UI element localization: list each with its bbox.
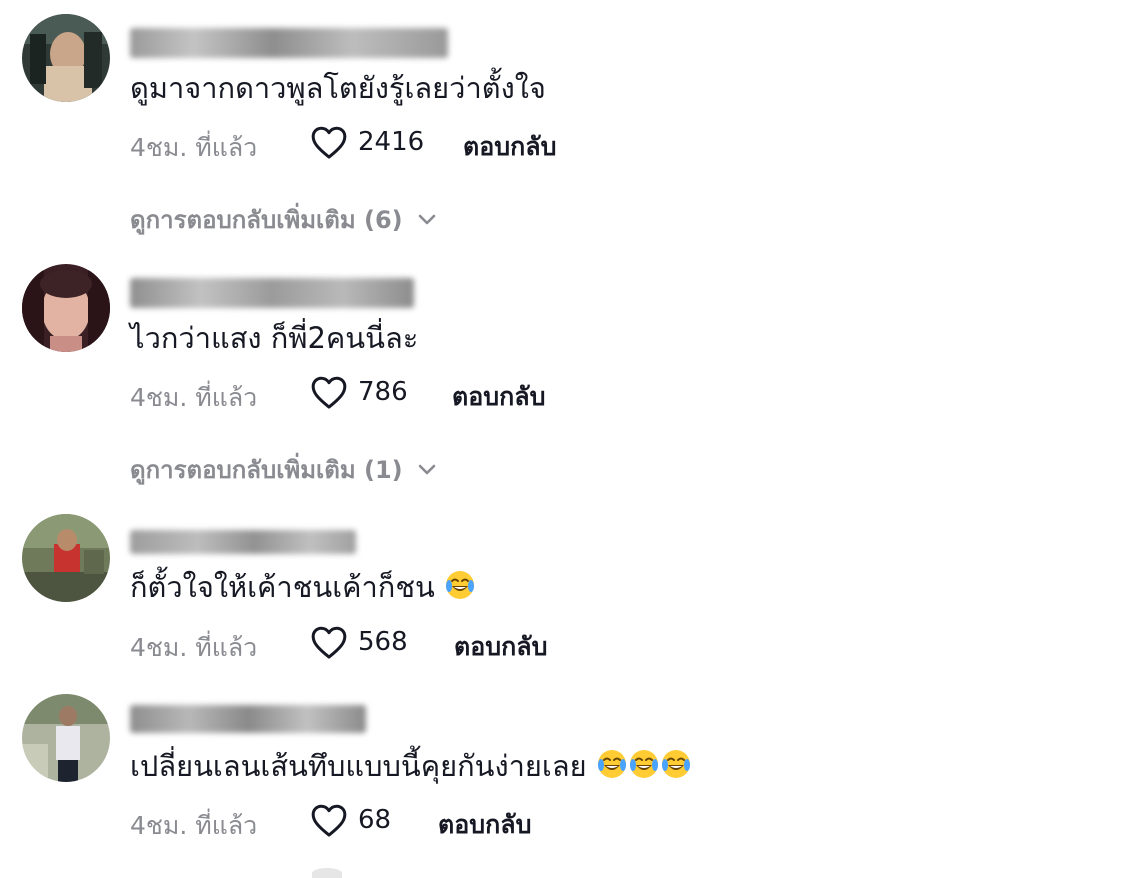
reply-button[interactable]: ตอบกลับ	[452, 377, 545, 417]
avatar[interactable]	[22, 694, 110, 782]
like-button[interactable]: 786	[310, 374, 408, 410]
like-count: 568	[358, 627, 408, 657]
reply-button[interactable]: ตอบกลับ	[463, 127, 556, 167]
view-more-replies-button[interactable]: ดูการตอบกลับเพิ่มเติม (6)	[130, 200, 437, 239]
comment-text: เปลี่ยนเลนเส้นทึบแบบนี้คุยกันง่ายเลย	[130, 748, 692, 784]
comment-text: ไวกว่าแสง ก็พี่2คนนี่ละ	[130, 321, 419, 355]
heart-outline-icon	[310, 624, 348, 660]
like-count: 68	[358, 805, 392, 835]
comment-meta: 4ชม. ที่แล้ว 68 ตอบกลับ	[130, 802, 830, 842]
comment-time: 4ชม. ที่แล้ว	[130, 383, 258, 412]
heart-outline-icon	[310, 124, 348, 160]
comment-text: ดูมาจากดาวพูลโตยังรู้เลยว่าตั้งใจ	[130, 71, 546, 105]
comment-text-content: ก็ตั้วใจให้เค้าชนเค้าก็ชน	[130, 570, 435, 604]
like-button[interactable]: 68	[310, 802, 391, 838]
view-more-replies-button[interactable]: ดูการตอบกลับเพิ่มเติม (1)	[130, 450, 437, 489]
comment-text: ก็ตั้วใจให้เค้าชนเค้าก็ชน	[130, 569, 476, 605]
username-blurred[interactable]	[130, 530, 356, 554]
view-more-replies-label: ดูการตอบกลับเพิ่มเติม (1)	[130, 456, 403, 484]
comment-time: 4ชม. ที่แล้ว	[130, 633, 258, 662]
face-with-tears-of-joy-emoji	[660, 748, 692, 780]
view-more-replies-label: ดูการตอบกลับเพิ่มเติม (6)	[130, 206, 403, 234]
avatar[interactable]	[22, 14, 110, 102]
comment-time: 4ชม. ที่แล้ว	[130, 811, 258, 840]
face-with-tears-of-joy-emoji	[444, 569, 476, 601]
comment-meta: 4ชม. ที่แล้ว 2416 ตอบกลับ	[130, 124, 830, 164]
comment-time: 4ชม. ที่แล้ว	[130, 133, 258, 162]
comment-meta: 4ชม. ที่แล้ว 568 ตอบกลับ	[130, 624, 830, 664]
avatar[interactable]	[22, 264, 110, 352]
heart-outline-icon	[310, 802, 348, 838]
reply-button[interactable]: ตอบกลับ	[438, 805, 531, 845]
chevron-down-icon	[403, 213, 437, 227]
like-button[interactable]: 2416	[310, 124, 424, 160]
comment-text-content: เปลี่ยนเลนเส้นทึบแบบนี้คุยกันง่ายเลย	[130, 749, 587, 783]
like-button[interactable]: 568	[310, 624, 408, 660]
username-blurred[interactable]	[130, 705, 366, 733]
username-blurred[interactable]	[130, 28, 448, 58]
username-blurred[interactable]	[130, 278, 414, 308]
face-with-tears-of-joy-emoji	[596, 748, 628, 780]
heart-outline-icon	[310, 374, 348, 410]
like-count: 2416	[358, 127, 425, 157]
like-count: 786	[358, 377, 408, 407]
next-comment-partial	[312, 868, 342, 878]
reply-button[interactable]: ตอบกลับ	[454, 627, 547, 667]
face-with-tears-of-joy-emoji	[628, 748, 660, 780]
avatar[interactable]	[22, 514, 110, 602]
chevron-down-icon	[403, 463, 437, 477]
comment-meta: 4ชม. ที่แล้ว 786 ตอบกลับ	[130, 374, 830, 414]
